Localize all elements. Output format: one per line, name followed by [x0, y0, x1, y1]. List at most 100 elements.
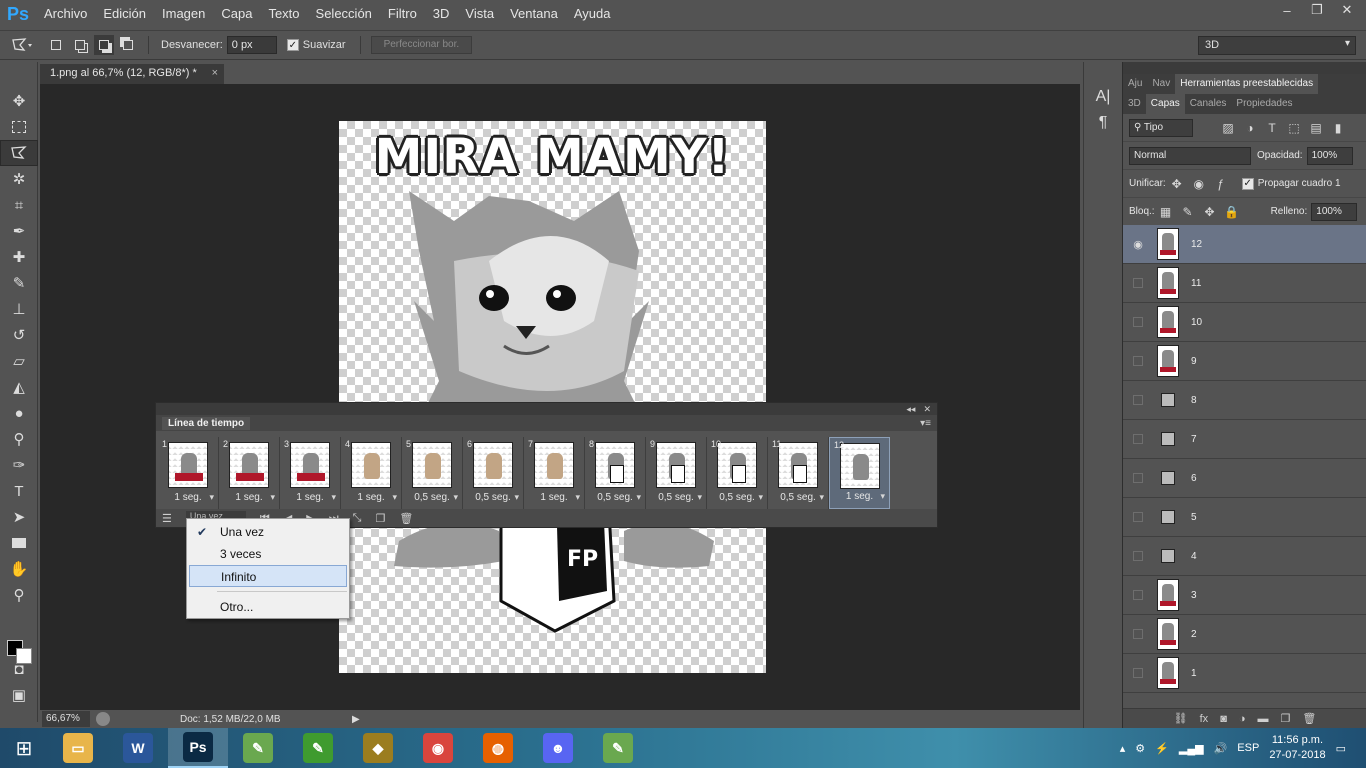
- close-tab-icon[interactable]: ×: [212, 67, 218, 79]
- chevron-down-icon[interactable]: ▾: [819, 492, 824, 503]
- taskbar-app-app-green-3[interactable]: ✎: [588, 728, 648, 768]
- timeline-frame[interactable]: 8 0,5 seg. ▾: [585, 437, 646, 509]
- tab-layers[interactable]: Capas: [1145, 94, 1185, 114]
- menu-edit[interactable]: Edición: [95, 0, 154, 28]
- notifications-icon[interactable]: ▭: [1336, 742, 1346, 755]
- visibility-toggle[interactable]: [1133, 434, 1143, 444]
- filter-type-icon[interactable]: T: [1263, 121, 1281, 135]
- eyedropper-icon[interactable]: ✒: [0, 218, 38, 244]
- link-layers-icon[interactable]: ⛓: [1174, 712, 1188, 725]
- chevron-down-icon[interactable]: ▾: [514, 492, 519, 503]
- convert-timeline-icon[interactable]: ☰: [162, 512, 172, 525]
- lock-all-icon[interactable]: 🔒: [1223, 205, 1241, 219]
- tray-arrow-icon[interactable]: ▴: [1120, 742, 1126, 755]
- chevron-down-icon[interactable]: ▾: [453, 492, 458, 503]
- image-canvas[interactable]: MIRA MAMY! FP: [339, 121, 766, 673]
- eraser-icon[interactable]: ▱: [0, 348, 38, 374]
- menu-layer[interactable]: Capa: [213, 0, 260, 28]
- tray-power-icon[interactable]: ⚡: [1155, 742, 1169, 755]
- paint-bucket-icon[interactable]: ◭: [0, 374, 38, 400]
- tab-timeline[interactable]: Línea de tiempo: [162, 416, 251, 430]
- delete-frame-icon[interactable]: 🗑: [399, 512, 413, 525]
- layer-row[interactable]: 10: [1123, 303, 1366, 342]
- new-selection-icon[interactable]: [46, 35, 66, 55]
- rectangle-tool-icon[interactable]: [0, 530, 38, 556]
- filter-adjustment-icon[interactable]: ◑: [1241, 121, 1259, 135]
- intersect-selection-icon[interactable]: [118, 35, 138, 55]
- tab-adjustments[interactable]: Aju: [1123, 74, 1147, 94]
- hand-tool-icon[interactable]: ✋: [0, 556, 38, 582]
- timeline-frame[interactable]: 31 seg. ▾: [280, 437, 341, 509]
- character-panel-icon[interactable]: A|: [1084, 84, 1122, 110]
- timeline-frame[interactable]: 6 0,5 seg. ▾: [463, 437, 524, 509]
- background-color-swatch[interactable]: [16, 648, 32, 664]
- status-info-icon[interactable]: [96, 712, 110, 726]
- layer-filter-select[interactable]: ⚲ Tipo: [1129, 118, 1193, 137]
- visibility-toggle[interactable]: [1133, 395, 1143, 405]
- zoom-level-field[interactable]: 66,67%: [42, 711, 90, 727]
- document-tab[interactable]: 1.png al 66,7% (12, RGB/8*) * ×: [40, 64, 224, 84]
- blend-mode-select[interactable]: Normal: [1129, 146, 1251, 165]
- dodge-tool-icon[interactable]: ⚲: [0, 426, 38, 452]
- taskbar-app-app-green-2[interactable]: ✎: [288, 728, 348, 768]
- magic-wand-icon[interactable]: ✲: [0, 166, 38, 192]
- language-indicator[interactable]: ESP: [1237, 742, 1259, 754]
- layer-row[interactable]: 2: [1123, 615, 1366, 654]
- visibility-toggle[interactable]: [1133, 356, 1143, 366]
- feather-input[interactable]: 0 px: [226, 36, 277, 54]
- unify-visibility-icon[interactable]: ◉: [1190, 177, 1208, 191]
- menu-filter[interactable]: Filtro: [380, 0, 425, 28]
- unify-position-icon[interactable]: ✥: [1168, 177, 1186, 191]
- loop-option-other[interactable]: Otro...: [187, 596, 349, 618]
- tray-app-icon[interactable]: ⚙: [1135, 742, 1145, 755]
- taskbar-app-word[interactable]: W: [108, 728, 168, 768]
- menu-3d[interactable]: 3D: [425, 0, 458, 28]
- marquee-tool-icon[interactable]: [0, 114, 38, 140]
- restore-button[interactable]: ❐: [1302, 0, 1332, 20]
- visibility-toggle[interactable]: [1133, 629, 1143, 639]
- blur-tool-icon[interactable]: ●: [0, 400, 38, 426]
- chevron-down-icon[interactable]: ▾: [636, 492, 641, 503]
- volume-icon[interactable]: 🔊: [1214, 742, 1228, 755]
- visibility-toggle[interactable]: [1133, 551, 1143, 561]
- taskbar-app-firefox[interactable]: ◍: [468, 728, 528, 768]
- menu-view[interactable]: Vista: [457, 0, 502, 28]
- lock-image-icon[interactable]: ✎: [1179, 205, 1197, 219]
- tab-navigator[interactable]: Nav: [1147, 74, 1175, 94]
- layer-row[interactable]: 1: [1123, 654, 1366, 693]
- lock-transparency-icon[interactable]: ▦: [1157, 205, 1175, 219]
- timeline-frame[interactable]: 5 0,5 seg. ▾: [402, 437, 463, 509]
- close-button[interactable]: ✕: [1332, 0, 1362, 20]
- chevron-down-icon[interactable]: ▾: [270, 492, 275, 503]
- chevron-down-icon[interactable]: ▾: [880, 491, 885, 502]
- tab-channels[interactable]: Canales: [1185, 94, 1232, 114]
- timeline-frame[interactable]: 11 seg. ▾: [158, 437, 219, 509]
- menu-help[interactable]: Ayuda: [566, 0, 619, 28]
- menu-file[interactable]: Archivo: [36, 0, 95, 28]
- new-group-icon[interactable]: ▬: [1258, 713, 1269, 725]
- polygonal-lasso-tool-icon[interactable]: [0, 140, 38, 166]
- loop-option-forever[interactable]: Infinito: [189, 565, 347, 587]
- brush-tool-icon[interactable]: ✎: [0, 270, 38, 296]
- layer-row[interactable]: 9: [1123, 342, 1366, 381]
- crop-tool-icon[interactable]: ⌗: [0, 192, 38, 218]
- taskbar-app-app-green-1[interactable]: ✎: [228, 728, 288, 768]
- menu-image[interactable]: Imagen: [154, 0, 213, 28]
- layer-row[interactable]: 8: [1123, 381, 1366, 420]
- taskbar-app-chrome[interactable]: ◉: [408, 728, 468, 768]
- status-menu-arrow-icon[interactable]: ▶: [352, 714, 360, 725]
- close-panel-icon[interactable]: ✕: [923, 404, 931, 415]
- collapse-panel-icon[interactable]: ◂◂: [906, 404, 915, 415]
- network-icon[interactable]: ▂▄▆: [1179, 742, 1204, 755]
- menu-select[interactable]: Selección: [308, 0, 380, 28]
- chevron-down-icon[interactable]: ▾: [209, 492, 214, 503]
- taskbar-app-app-game[interactable]: ◆: [348, 728, 408, 768]
- timeline-frame[interactable]: 11 0,5 seg. ▾: [768, 437, 829, 509]
- chevron-down-icon[interactable]: ▾: [697, 492, 702, 503]
- timeline-frame[interactable]: 71 seg. ▾: [524, 437, 585, 509]
- menu-type[interactable]: Texto: [260, 0, 307, 28]
- layer-row[interactable]: 11: [1123, 264, 1366, 303]
- visibility-eye-icon[interactable]: ◉: [1123, 238, 1153, 251]
- adjustment-layer-icon[interactable]: ◑: [1239, 713, 1246, 725]
- chevron-down-icon[interactable]: ▾: [575, 492, 580, 503]
